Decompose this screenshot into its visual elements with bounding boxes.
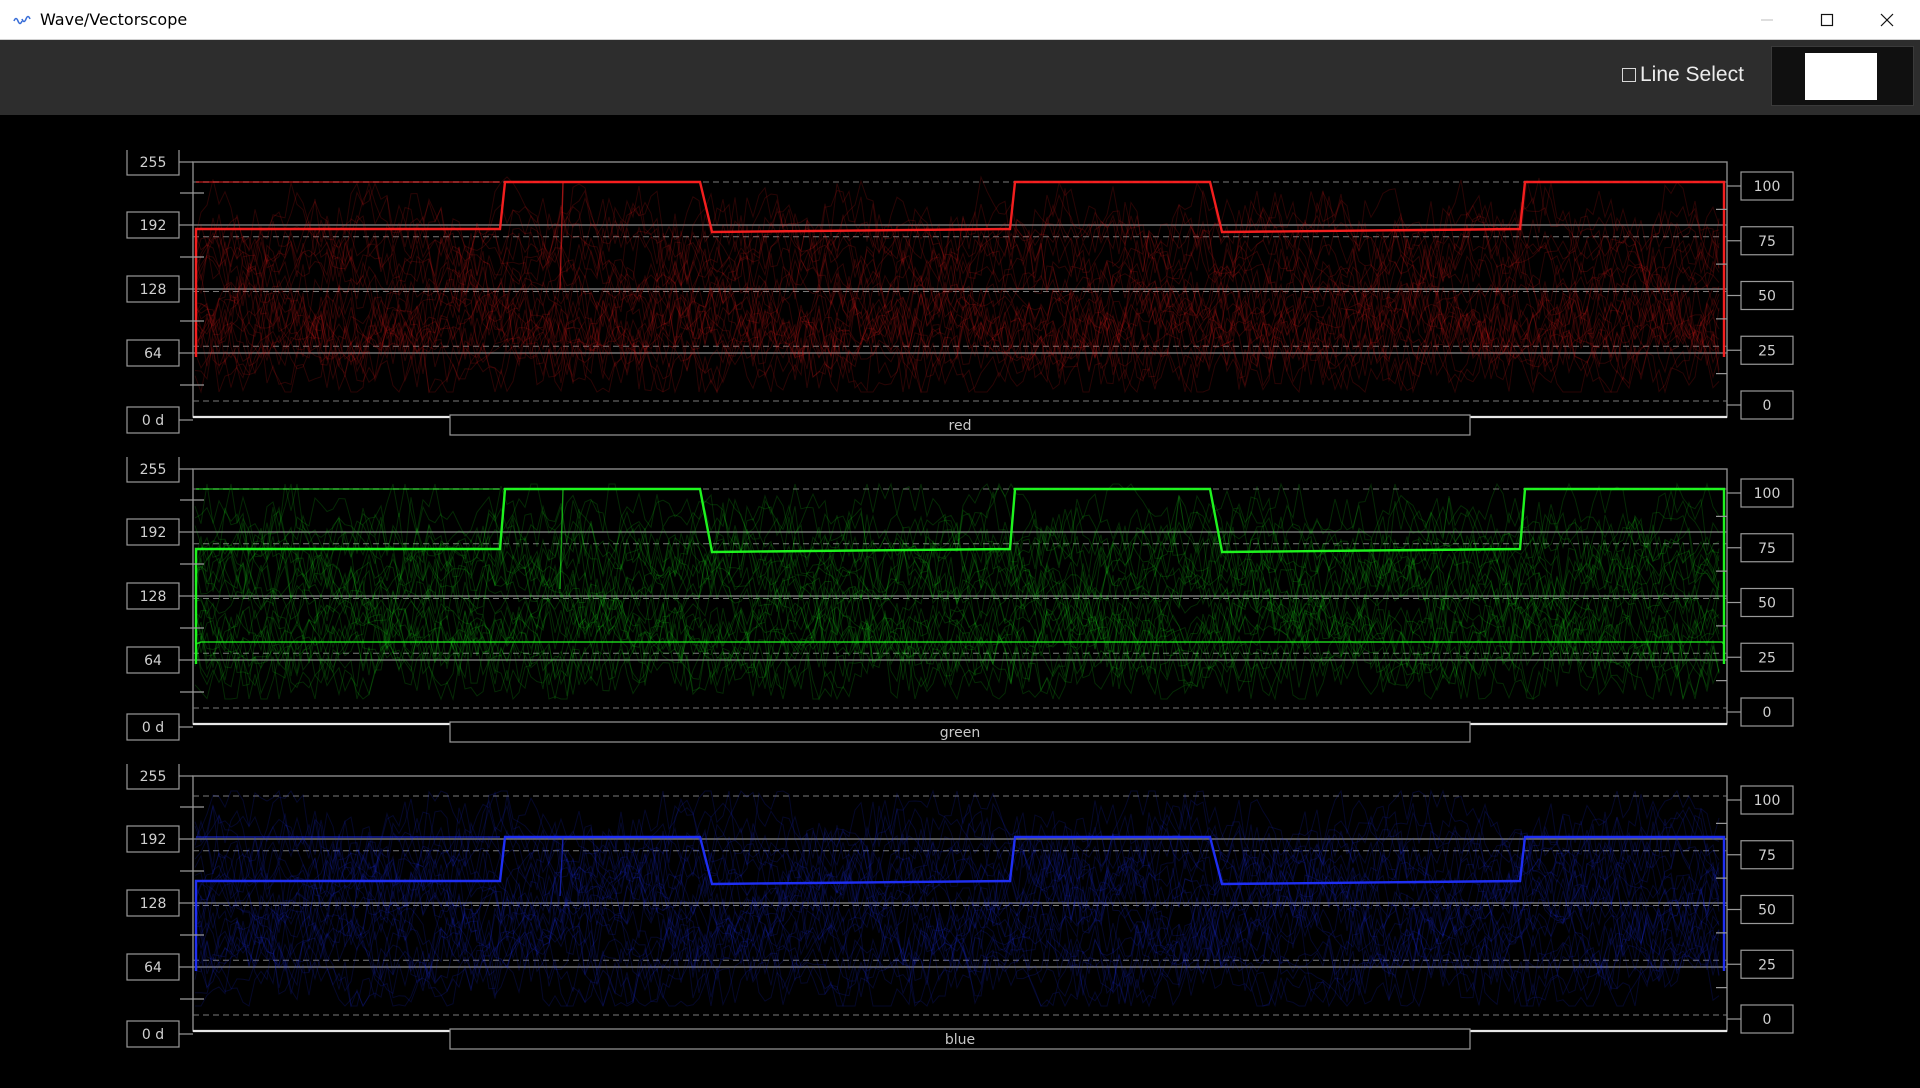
- svg-text:255: 255: [140, 462, 167, 478]
- right-scale-label: 75: [1727, 840, 1794, 870]
- right-scale-label: 75: [1727, 533, 1794, 563]
- svg-text:128: 128: [140, 589, 167, 605]
- waveform-plot-red: 255 192 128 64 0 d 100 75 50 25 0 red: [126, 150, 1794, 436]
- left-scale-label: 128: [126, 275, 193, 303]
- svg-text:75: 75: [1758, 541, 1776, 557]
- svg-text:75: 75: [1758, 234, 1776, 250]
- scope-red: 255 192 128 64 0 d 100 75 50 25 0 red: [0, 150, 1920, 440]
- scope-green: 255 192 128 64 0 d 100 75 50 25 0 green: [0, 457, 1920, 747]
- svg-text:50: 50: [1758, 903, 1776, 919]
- left-scale-label: 0 d: [126, 1020, 193, 1048]
- line-select-toggle[interactable]: Line Select: [1622, 60, 1744, 90]
- title-bar: Wave/Vectorscope: [0, 0, 1920, 40]
- svg-text:128: 128: [140, 896, 167, 912]
- close-button[interactable]: [1857, 0, 1917, 40]
- right-scale-label: 0: [1727, 390, 1794, 420]
- svg-text:64: 64: [144, 346, 162, 362]
- waveform-app-icon: [13, 15, 31, 25]
- right-scale-label: 25: [1727, 949, 1794, 979]
- svg-text:255: 255: [140, 155, 167, 171]
- window-title: Wave/Vectorscope: [40, 10, 188, 29]
- right-scale-label: 50: [1727, 894, 1794, 925]
- right-scale-label: 0: [1727, 1004, 1794, 1034]
- maximize-button[interactable]: [1797, 0, 1857, 40]
- svg-text:100: 100: [1754, 793, 1781, 809]
- svg-text:0: 0: [1763, 398, 1772, 414]
- svg-text:50: 50: [1758, 289, 1776, 305]
- svg-text:25: 25: [1758, 957, 1776, 973]
- left-scale-label: 64: [126, 339, 193, 367]
- scope-blue: 255 192 128 64 0 d 100 75 50 25 0 blue: [0, 764, 1920, 1054]
- svg-text:green: green: [940, 725, 980, 741]
- svg-text:25: 25: [1758, 343, 1776, 359]
- left-scale-label: 64: [126, 646, 193, 674]
- right-scale-label: 75: [1727, 226, 1794, 256]
- right-scale-label: 100: [1727, 171, 1794, 201]
- left-scale-label: 255: [126, 150, 193, 176]
- minimize-button[interactable]: [1737, 0, 1797, 40]
- channel-label-red: red: [449, 414, 1471, 436]
- svg-text:192: 192: [140, 525, 167, 541]
- svg-text:0 d: 0 d: [142, 1027, 164, 1043]
- left-scale-label: 255: [126, 764, 193, 790]
- waveform-scope-area: 255 192 128 64 0 d 100 75 50 25 0 red 255 192 128 64 0…: [0, 115, 1920, 1088]
- svg-text:255: 255: [140, 769, 167, 785]
- svg-text:0 d: 0 d: [142, 413, 164, 429]
- svg-text:0: 0: [1763, 1012, 1772, 1028]
- svg-text:100: 100: [1754, 486, 1781, 502]
- waveform-plot-blue: 255 192 128 64 0 d 100 75 50 25 0 blue: [126, 764, 1794, 1050]
- maximize-icon: [1820, 13, 1834, 27]
- svg-text:128: 128: [140, 282, 167, 298]
- left-scale-label: 128: [126, 582, 193, 610]
- svg-text:0: 0: [1763, 705, 1772, 721]
- left-scale-label: 192: [126, 211, 193, 239]
- svg-text:75: 75: [1758, 848, 1776, 864]
- right-scale-label: 100: [1727, 478, 1794, 508]
- left-scale-label: 0 d: [126, 406, 193, 434]
- svg-text:192: 192: [140, 832, 167, 848]
- line-select-checkbox[interactable]: [1622, 68, 1636, 82]
- right-scale-label: 100: [1727, 785, 1794, 815]
- channel-label-green: green: [449, 721, 1471, 743]
- waveform-plot-green: 255 192 128 64 0 d 100 75 50 25 0 green: [126, 457, 1794, 743]
- minimize-icon: [1761, 19, 1773, 21]
- left-scale-label: 192: [126, 825, 193, 853]
- right-scale-label: 50: [1727, 280, 1794, 311]
- right-scale-label: 50: [1727, 587, 1794, 618]
- svg-text:red: red: [949, 418, 972, 434]
- color-swatch-button[interactable]: [1771, 46, 1914, 106]
- svg-text:50: 50: [1758, 596, 1776, 612]
- left-scale-label: 0 d: [126, 713, 193, 741]
- svg-text:64: 64: [144, 653, 162, 669]
- svg-text:blue: blue: [945, 1032, 975, 1048]
- close-icon: [1880, 13, 1894, 27]
- waveform-trace: [194, 177, 1720, 294]
- left-scale-label: 255: [126, 457, 193, 483]
- svg-text:192: 192: [140, 218, 167, 234]
- left-scale-label: 64: [126, 953, 193, 981]
- right-scale-label: 0: [1727, 697, 1794, 727]
- waveform-trace: [194, 800, 1720, 919]
- line-select-label: Line Select: [1640, 63, 1744, 86]
- channel-label-blue: blue: [449, 1028, 1471, 1050]
- right-scale-label: 25: [1727, 335, 1794, 365]
- left-scale-label: 128: [126, 889, 193, 917]
- svg-text:25: 25: [1758, 650, 1776, 666]
- svg-text:64: 64: [144, 960, 162, 976]
- right-scale-label: 25: [1727, 642, 1794, 672]
- svg-text:0 d: 0 d: [142, 720, 164, 736]
- color-swatch: [1805, 53, 1877, 100]
- left-scale-label: 192: [126, 518, 193, 546]
- svg-text:100: 100: [1754, 179, 1781, 195]
